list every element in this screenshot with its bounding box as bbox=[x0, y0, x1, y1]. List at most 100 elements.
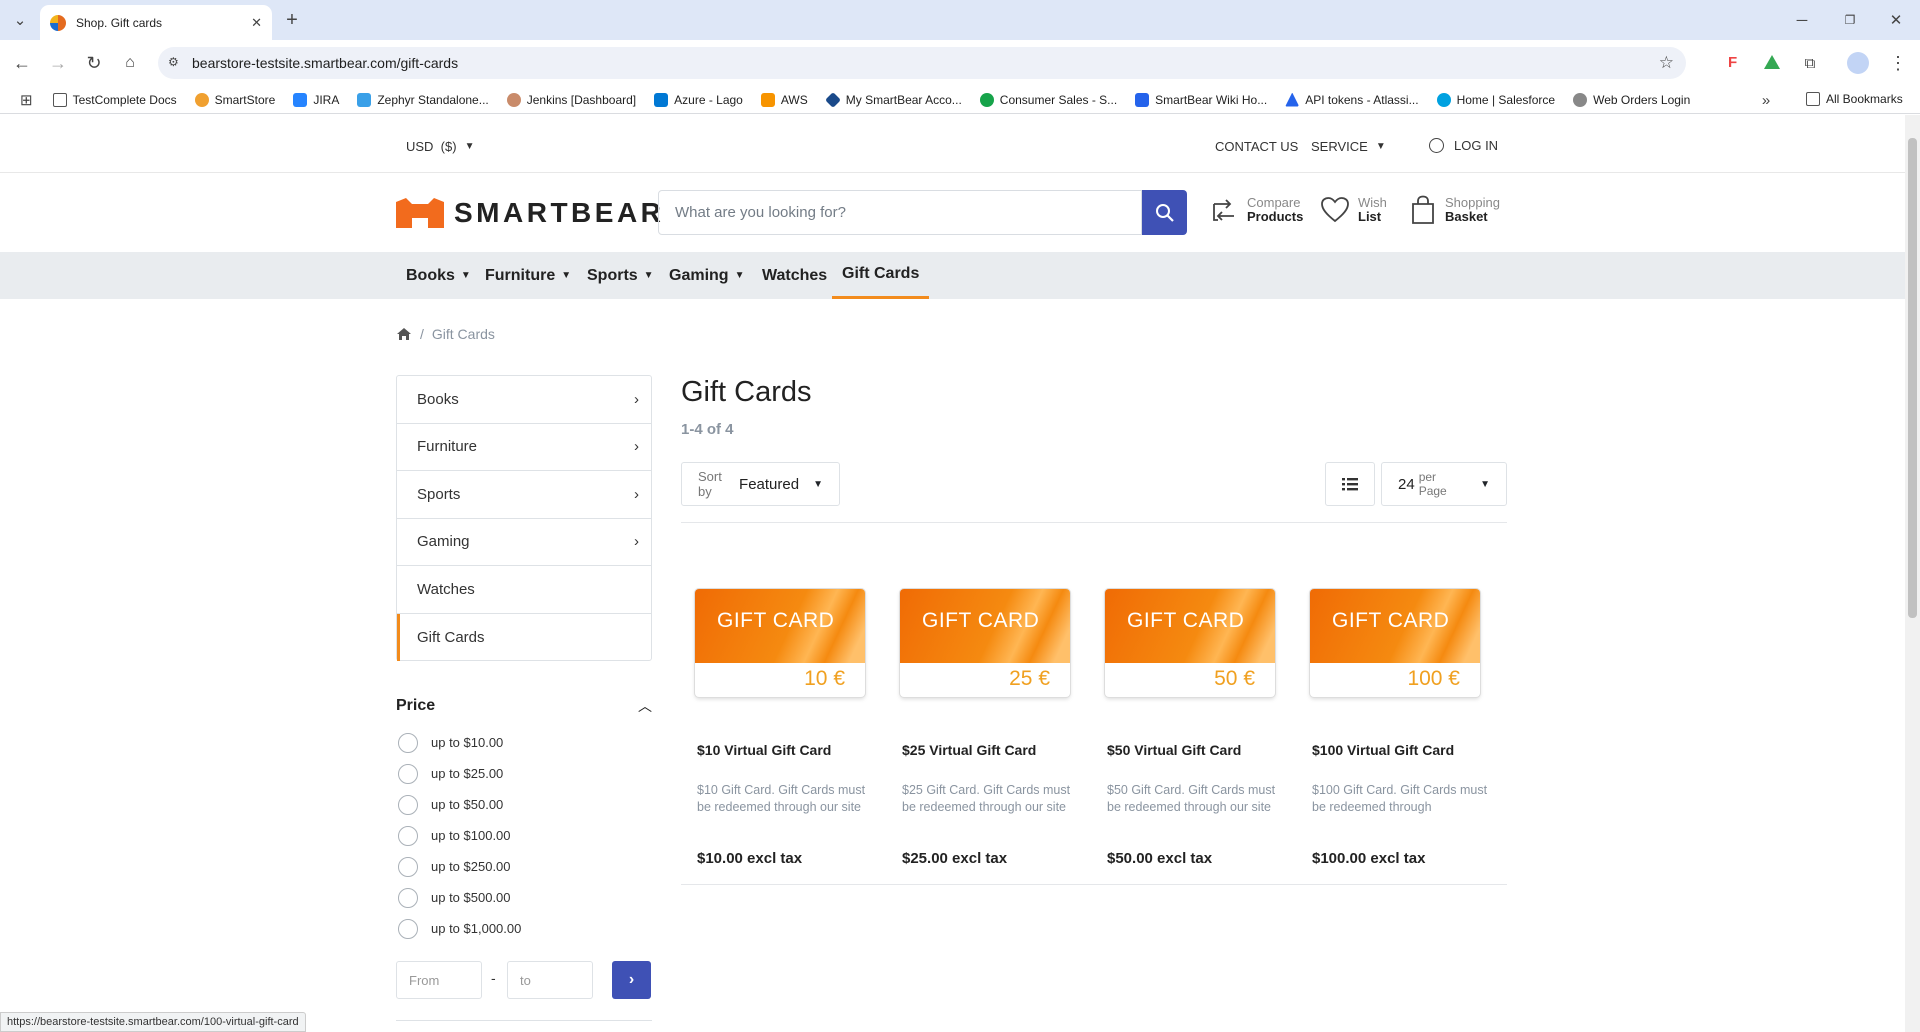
radio-button[interactable] bbox=[398, 732, 418, 753]
category-watches[interactable]: Watches bbox=[397, 566, 651, 614]
search-input[interactable]: What are you looking for? bbox=[658, 190, 1142, 235]
radio-button[interactable] bbox=[398, 856, 418, 877]
price-option[interactable]: up to $100.00 bbox=[398, 820, 521, 851]
shopping-basket-link[interactable]: Shopping Basket bbox=[1410, 195, 1500, 225]
scrollbar-thumb[interactable] bbox=[1908, 138, 1917, 618]
sort-dropdown[interactable]: Sort by Featured ▼ bbox=[681, 462, 840, 506]
gift-card-image[interactable]: GIFT CARD 10 € bbox=[695, 589, 865, 697]
bookmark-star-icon[interactable]: ☆ bbox=[1659, 53, 1674, 73]
nav-gaming[interactable]: Gaming ▼ bbox=[669, 252, 744, 299]
nav-gift-cards[interactable]: Gift Cards bbox=[832, 252, 930, 299]
chevron-right-icon: › bbox=[634, 485, 639, 503]
currency-selector[interactable]: USD ($) ▼ bbox=[406, 139, 474, 154]
profile-avatar[interactable] bbox=[1847, 52, 1869, 74]
minimize-icon[interactable]: ─ bbox=[1790, 8, 1814, 32]
bookmark-item[interactable]: Consumer Sales - S... bbox=[979, 92, 1117, 107]
url-text: bearstore-testsite.smartbear.com/gift-ca… bbox=[192, 55, 459, 71]
restore-icon[interactable]: ❐ bbox=[1838, 8, 1862, 32]
bookmark-item[interactable]: Web Orders Login bbox=[1573, 92, 1690, 107]
back-icon[interactable]: ← bbox=[10, 51, 34, 75]
category-gaming[interactable]: Gaming › bbox=[397, 519, 651, 566]
bookmark-item[interactable]: API tokens - Atlassi... bbox=[1285, 92, 1419, 107]
radio-button[interactable] bbox=[398, 918, 418, 939]
service-label: SERVICE bbox=[1311, 139, 1368, 154]
category-furniture[interactable]: Furniture › bbox=[397, 424, 651, 471]
extensions-icon[interactable]: ⧉ bbox=[1798, 51, 1822, 75]
new-tab-icon[interactable]: + bbox=[280, 8, 304, 32]
status-bar: https://bearstore-testsite.smartbear.com… bbox=[0, 1012, 306, 1032]
wish-list-link[interactable]: Wish List bbox=[1320, 196, 1387, 224]
more-bookmarks-icon[interactable]: » bbox=[1756, 90, 1776, 110]
drive-icon[interactable] bbox=[1764, 55, 1780, 69]
bookmark-item[interactable]: Jenkins [Dashboard] bbox=[506, 92, 636, 107]
address-bar[interactable]: ⚙ bearstore-testsite.smartbear.com/gift-… bbox=[158, 47, 1686, 79]
home-icon[interactable]: ⌂ bbox=[118, 51, 142, 75]
login-link[interactable]: LOG IN bbox=[1429, 138, 1498, 153]
bookmark-item[interactable]: TestComplete Docs bbox=[52, 92, 177, 107]
price-option[interactable]: up to $500.00 bbox=[398, 882, 521, 913]
home-icon[interactable] bbox=[396, 327, 412, 341]
bookmark-item[interactable]: Azure - Lago bbox=[654, 92, 743, 107]
radio-button[interactable] bbox=[398, 887, 418, 908]
radio-button[interactable] bbox=[398, 763, 418, 784]
bookmark-item[interactable]: Zephyr Standalone... bbox=[357, 92, 489, 107]
bookmark-item[interactable]: Home | Salesforce bbox=[1436, 92, 1555, 107]
category-label: Watches bbox=[417, 580, 475, 598]
from-placeholder: From bbox=[409, 973, 440, 988]
price-option[interactable]: up to $10.00 bbox=[398, 727, 521, 758]
gift-card-image[interactable]: GIFT CARD 100 € bbox=[1310, 589, 1480, 697]
price-option[interactable]: up to $1,000.00 bbox=[398, 913, 521, 944]
product-description: $50 Gift Card. Gift Cards must be redeem… bbox=[1107, 783, 1276, 814]
product-title[interactable]: $25 Virtual Gift Card bbox=[902, 742, 1036, 758]
nav-sports[interactable]: Sports ▼ bbox=[587, 252, 654, 299]
product-price: $25.00 excl tax bbox=[902, 850, 1008, 867]
tab-favicon-icon bbox=[50, 14, 66, 31]
price-filter-header[interactable]: Price ︿ bbox=[396, 696, 652, 716]
reload-icon[interactable]: ↻ bbox=[82, 51, 106, 75]
price-option[interactable]: up to $25.00 bbox=[398, 758, 521, 789]
site-info-icon[interactable]: ⚙ bbox=[168, 55, 179, 69]
nav-furniture[interactable]: Furniture ▼ bbox=[485, 252, 571, 299]
list-view-button[interactable] bbox=[1325, 462, 1375, 506]
service-menu[interactable]: SERVICE ▼ bbox=[1311, 139, 1386, 154]
category-sports[interactable]: Sports › bbox=[397, 471, 651, 519]
search-button[interactable] bbox=[1142, 190, 1187, 235]
category-gift-cards[interactable]: Gift Cards bbox=[397, 613, 651, 661]
product-title[interactable]: $50 Virtual Gift Card bbox=[1107, 742, 1241, 758]
bookmark-item[interactable]: JIRA bbox=[293, 92, 339, 107]
bookmark-item[interactable]: My SmartBear Acco... bbox=[824, 91, 962, 108]
category-label: Gift Cards bbox=[417, 628, 485, 646]
category-books[interactable]: Books › bbox=[397, 376, 651, 424]
per-page-dropdown[interactable]: 24 per Page ▼ bbox=[1381, 462, 1507, 506]
nav-watches[interactable]: Watches bbox=[762, 252, 827, 299]
price-from-input[interactable]: From bbox=[396, 961, 482, 999]
gift-card-image[interactable]: GIFT CARD 25 € bbox=[900, 589, 1070, 697]
forward-icon[interactable]: → bbox=[46, 51, 70, 75]
price-option-label: up to $100.00 bbox=[431, 828, 511, 843]
bookmark-item[interactable]: SmartBear Wiki Ho... bbox=[1135, 92, 1267, 107]
close-window-icon[interactable]: ✕ bbox=[1884, 8, 1908, 32]
all-bookmarks[interactable]: All Bookmarks bbox=[1806, 92, 1903, 106]
price-to-input[interactable]: to bbox=[507, 961, 593, 999]
close-tab-icon[interactable]: ✕ bbox=[251, 15, 262, 31]
gift-card-image[interactable]: GIFT CARD 50 € bbox=[1105, 589, 1275, 697]
browser-tab[interactable]: Shop. Gift cards ✕ bbox=[40, 5, 272, 40]
product-title[interactable]: $10 Virtual Gift Card bbox=[697, 742, 831, 758]
apps-grid-icon[interactable]: ⊞ bbox=[20, 91, 33, 109]
bookmark-item[interactable]: AWS bbox=[760, 92, 808, 107]
extension-f-icon[interactable]: F bbox=[1728, 54, 1744, 71]
tab-list-chevron-icon[interactable]: ⌄ bbox=[8, 8, 32, 32]
radio-button[interactable] bbox=[398, 825, 418, 846]
menu-kebab-icon[interactable]: ⋮ bbox=[1888, 51, 1908, 75]
nav-books[interactable]: Books ▼ bbox=[406, 252, 471, 299]
price-option[interactable]: up to $250.00 bbox=[398, 851, 521, 882]
compare-products-link[interactable]: Compare Products bbox=[1210, 196, 1303, 224]
price-option[interactable]: up to $50.00 bbox=[398, 789, 521, 820]
product-title[interactable]: $100 Virtual Gift Card bbox=[1312, 742, 1454, 758]
bookmark-item[interactable]: SmartStore bbox=[194, 92, 275, 107]
price-apply-button[interactable]: › bbox=[612, 961, 651, 999]
smartbear-logo[interactable]: SMARTBEAR bbox=[394, 196, 664, 230]
contact-us-link[interactable]: CONTACT US bbox=[1215, 139, 1298, 154]
radio-button[interactable] bbox=[398, 794, 418, 815]
price-filter-title: Price bbox=[396, 697, 436, 714]
